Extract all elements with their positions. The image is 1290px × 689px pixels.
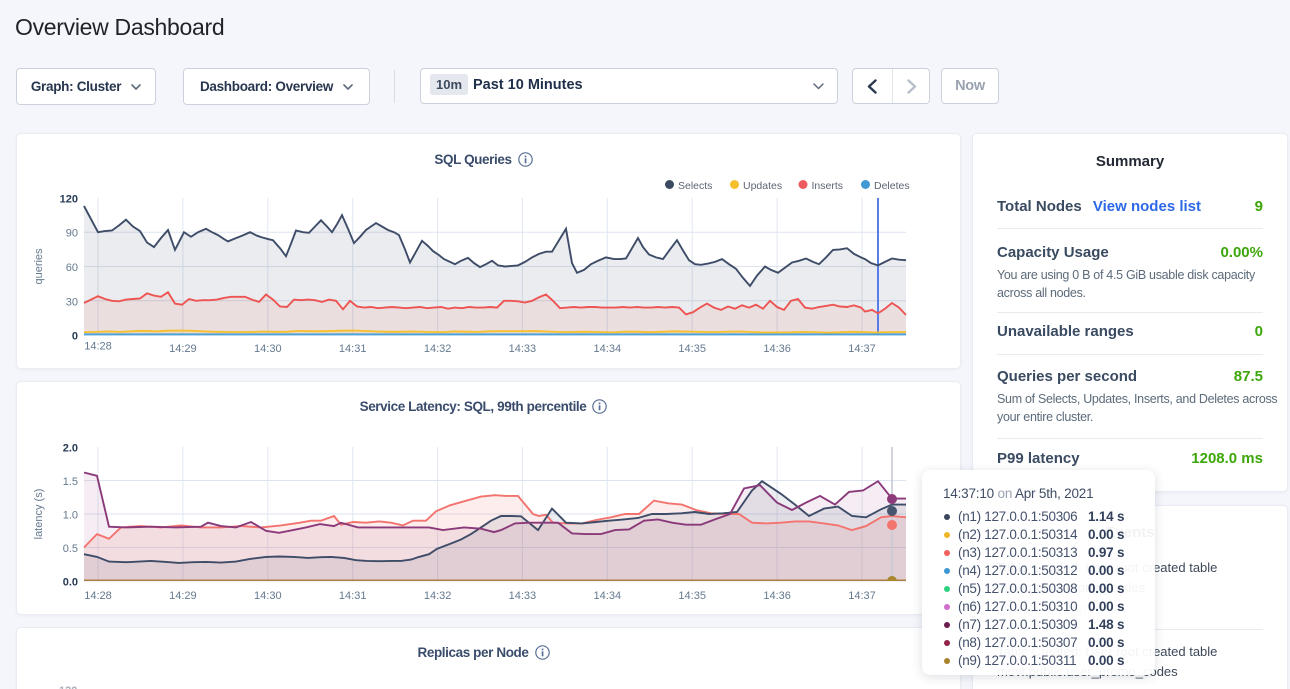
- svg-text:14:29: 14:29: [169, 343, 197, 355]
- svg-text:14:31: 14:31: [339, 343, 367, 355]
- svg-text:latency (s): latency (s): [33, 489, 45, 540]
- svg-text:queries: queries: [33, 248, 45, 285]
- svg-text:0.0: 0.0: [63, 577, 78, 589]
- svg-text:2.0: 2.0: [63, 443, 78, 455]
- svg-text:14:31: 14:31: [339, 590, 367, 602]
- svg-text:1.0: 1.0: [63, 510, 78, 522]
- svg-text:14:32: 14:32: [424, 590, 452, 602]
- svg-text:Selects: Selects: [678, 180, 712, 192]
- svg-text:14:36: 14:36: [763, 343, 791, 355]
- svg-text:14:35: 14:35: [678, 590, 706, 602]
- svg-text:14:29: 14:29: [169, 590, 197, 602]
- svg-text:14:33: 14:33: [509, 590, 537, 602]
- svg-text:60: 60: [66, 262, 78, 274]
- svg-text:14:28: 14:28: [84, 341, 112, 353]
- svg-text:14:35: 14:35: [678, 343, 706, 355]
- svg-text:14:30: 14:30: [254, 590, 282, 602]
- svg-text:0.5: 0.5: [63, 543, 78, 555]
- svg-text:14:30: 14:30: [254, 343, 282, 355]
- svg-text:Deletes: Deletes: [874, 180, 910, 192]
- svg-text:Updates: Updates: [743, 180, 782, 192]
- svg-text:0: 0: [72, 331, 78, 343]
- svg-text:Inserts: Inserts: [812, 180, 844, 192]
- svg-text:14:37: 14:37: [848, 590, 876, 602]
- svg-text:120: 120: [60, 194, 78, 206]
- svg-text:14:34: 14:34: [594, 590, 622, 602]
- svg-text:14:32: 14:32: [424, 343, 452, 355]
- svg-text:14:33: 14:33: [509, 343, 537, 355]
- svg-text:14:28: 14:28: [84, 590, 112, 602]
- svg-text:14:37: 14:37: [848, 343, 876, 355]
- svg-text:14:34: 14:34: [594, 343, 622, 355]
- svg-text:14:36: 14:36: [763, 590, 791, 602]
- svg-text:90: 90: [66, 228, 78, 240]
- svg-text:1.5: 1.5: [63, 476, 78, 488]
- svg-text:30: 30: [66, 296, 78, 308]
